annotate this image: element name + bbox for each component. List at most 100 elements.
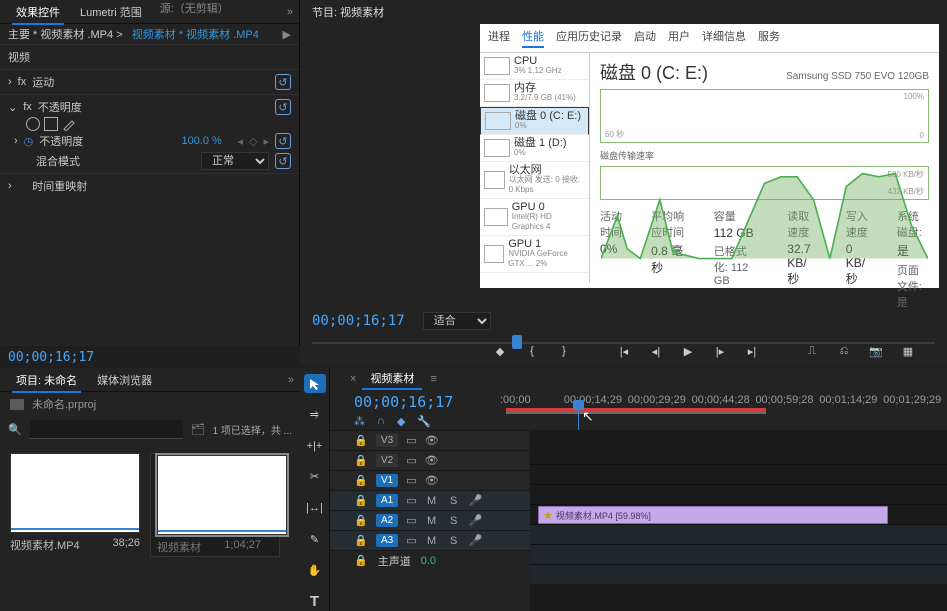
bin-icon[interactable]: 🗂	[191, 423, 205, 436]
tm-tab-processes[interactable]: 进程	[488, 28, 510, 48]
audio-track-header[interactable]: 🔒A2▭MS🎤	[330, 510, 530, 530]
tab-media-browser[interactable]: 媒体浏览器	[87, 368, 162, 392]
tab-lumetri-scopes[interactable]: Lumetri 范围	[70, 0, 152, 24]
blend-mode-select[interactable]: 正常	[201, 152, 269, 170]
ripple-edit-tool-icon[interactable]: +|+	[304, 436, 326, 455]
source-patch-icon[interactable]: ▭	[406, 434, 416, 447]
track-lane[interactable]: ★ 视频素材.MP4 [59.98%]	[530, 504, 947, 524]
opacity-effect[interactable]: 不透明度	[38, 99, 269, 115]
extract-icon[interactable]: ⎌	[835, 342, 853, 360]
add-marker-icon[interactable]: ◆	[397, 415, 405, 428]
go-to-out-icon[interactable]: ▸|	[743, 342, 761, 360]
eye-icon[interactable]: 👁	[425, 434, 439, 447]
pen-mask-icon[interactable]	[62, 117, 76, 131]
step-forward-icon[interactable]: |▸	[711, 342, 729, 360]
ellipse-mask-icon[interactable]	[26, 117, 40, 131]
reset-icon[interactable]: ↺	[275, 133, 291, 149]
stopwatch-icon[interactable]: ◷	[24, 135, 34, 148]
track-lane[interactable]	[530, 524, 947, 544]
audio-track-header[interactable]: 🔒A3▭MS🎤	[330, 530, 530, 550]
lock-icon[interactable]: 🔒	[354, 554, 368, 567]
chevron-right-icon[interactable]: ›	[8, 76, 12, 88]
next-keyframe-icon[interactable]: ▸	[263, 135, 269, 148]
prev-keyframe-icon[interactable]: ◂	[237, 135, 243, 148]
lock-icon[interactable]: 🔒	[354, 434, 368, 447]
type-tool-icon[interactable]: T	[304, 592, 326, 611]
video-track-header[interactable]: 🔒V1▭👁	[330, 470, 530, 490]
close-tab-icon[interactable]: ×	[350, 373, 356, 385]
lock-icon[interactable]: 🔒	[354, 494, 368, 507]
add-marker-icon[interactable]: ◆	[491, 342, 509, 360]
go-to-in-icon[interactable]: |◂	[615, 342, 633, 360]
panel-menu-icon[interactable]: ≡	[430, 373, 436, 385]
opacity-value[interactable]: 100.0 %	[181, 135, 231, 147]
snap-icon[interactable]: ⁂	[354, 415, 365, 428]
video-track-header[interactable]: 🔒V3▭👁	[330, 430, 530, 450]
tm-side-item[interactable]: 磁盘 1 (D:)0%	[480, 135, 589, 162]
mute-icon[interactable]: M	[425, 535, 439, 547]
track-lane[interactable]	[530, 544, 947, 564]
timeline-tab[interactable]: 视频素材	[362, 368, 422, 390]
tab-project[interactable]: 项目: 未命名	[6, 368, 87, 392]
timeline-ruler[interactable]: :00;0000;00;14;2900;00;29;2900;00;44;280…	[500, 390, 947, 430]
eye-icon[interactable]: 👁	[425, 474, 439, 487]
tm-tab-users[interactable]: 用户	[668, 28, 690, 48]
fx-icon[interactable]: fx	[23, 101, 32, 113]
play-icon[interactable]: ▶	[283, 28, 291, 41]
chevron-right-icon[interactable]: ›	[8, 180, 12, 192]
project-item[interactable]: 视频素材.MP438;26	[10, 453, 140, 557]
time-remap-effect[interactable]: 时间重映射	[32, 178, 291, 194]
source-patch-icon[interactable]: ▭	[406, 454, 416, 467]
slip-tool-icon[interactable]: |↔|	[304, 499, 326, 518]
audio-track-header[interactable]: 🔒A1▭MS🎤	[330, 490, 530, 510]
tm-side-item[interactable]: 磁盘 0 (C: E:)0%	[480, 107, 589, 135]
track-select-tool-icon[interactable]: ⥤	[304, 405, 326, 424]
tm-side-item[interactable]: CPU3% 1.12 GHz	[480, 53, 589, 80]
button-editor-icon[interactable]: ▦	[899, 342, 917, 360]
tab-effect-controls[interactable]: 效果控件	[6, 0, 70, 24]
play-icon[interactable]: ▶	[679, 342, 697, 360]
voiceover-icon[interactable]: 🎤	[469, 534, 483, 547]
tm-tab-services[interactable]: 服务	[758, 28, 780, 48]
mark-in-icon[interactable]: {	[523, 342, 541, 360]
panel-menu-icon[interactable]: »	[287, 6, 293, 18]
opacity-property[interactable]: 不透明度	[39, 133, 175, 149]
mute-icon[interactable]: M	[425, 515, 439, 527]
track-lane[interactable]	[530, 464, 947, 484]
timeline-timecode[interactable]: 00;00;16;17	[354, 393, 500, 411]
tm-tab-startup[interactable]: 启动	[634, 28, 656, 48]
solo-icon[interactable]: S	[447, 495, 461, 507]
voiceover-icon[interactable]: 🎤	[469, 514, 483, 527]
lock-icon[interactable]: 🔒	[354, 454, 368, 467]
fx-icon[interactable]: fx	[18, 76, 27, 88]
source-patch-icon[interactable]: ▭	[406, 534, 416, 547]
tm-tab-performance[interactable]: 性能	[522, 28, 544, 48]
breadcrumb-clip[interactable]: 视频素材 * 视频素材 .MP4	[132, 29, 259, 41]
hand-tool-icon[interactable]: ✋	[304, 561, 326, 580]
track-lane[interactable]	[530, 484, 947, 504]
pen-tool-icon[interactable]: ✎	[304, 530, 326, 549]
eye-icon[interactable]: 👁	[425, 454, 439, 467]
lock-icon[interactable]: 🔒	[354, 514, 368, 527]
razor-tool-icon[interactable]: ✂	[304, 467, 326, 486]
panel-menu-icon[interactable]: »	[288, 374, 294, 386]
tm-side-item[interactable]: 以太网以太网 发送: 0 接收: 0 Kbps	[480, 162, 589, 199]
reset-icon[interactable]: ↺	[275, 153, 291, 169]
source-patch-icon[interactable]: ▭	[406, 494, 416, 507]
timeline-clip[interactable]: ★ 视频素材.MP4 [59.98%]	[538, 506, 888, 524]
project-item[interactable]: 视频素材1;04;27	[150, 453, 280, 557]
add-keyframe-icon[interactable]: ◇	[249, 135, 257, 148]
tm-tab-details[interactable]: 详细信息	[702, 28, 746, 48]
fit-select[interactable]: 适合	[423, 312, 491, 330]
chevron-down-icon[interactable]: ⌄	[8, 101, 17, 114]
solo-icon[interactable]: S	[447, 535, 461, 547]
settings-icon[interactable]: 🔧	[417, 415, 431, 428]
rect-mask-icon[interactable]	[44, 117, 58, 131]
tm-side-item[interactable]: GPU 0Intel(R) HD Graphics 4	[480, 199, 589, 236]
step-back-icon[interactable]: ◂|	[647, 342, 665, 360]
tm-tab-history[interactable]: 应用历史记录	[556, 28, 622, 48]
source-patch-icon[interactable]: ▭	[406, 514, 416, 527]
program-timecode[interactable]: 00;00;16;17	[312, 313, 405, 329]
chevron-right-icon[interactable]: ›	[14, 135, 18, 147]
reset-icon[interactable]: ↺	[275, 74, 291, 90]
